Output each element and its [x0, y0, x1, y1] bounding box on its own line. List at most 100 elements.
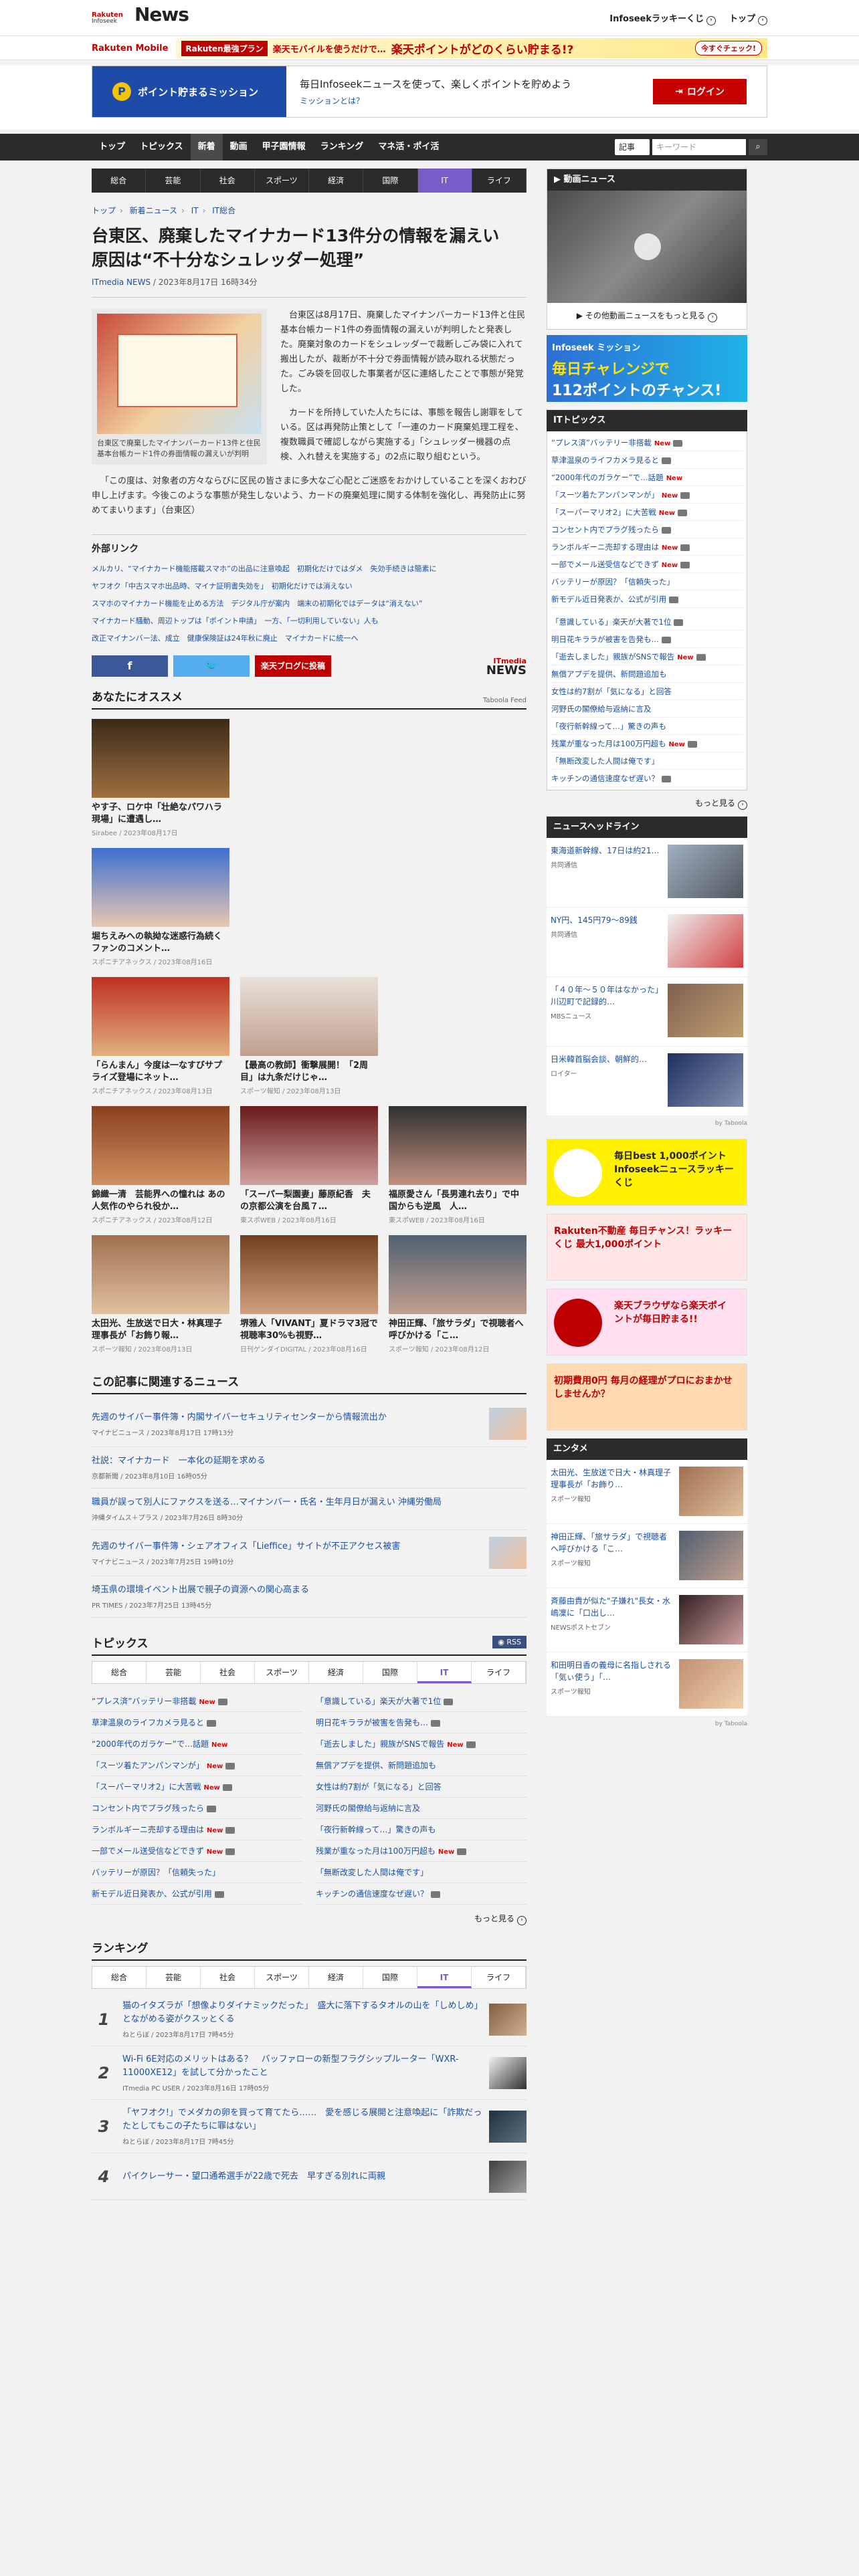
related-item[interactable]: 先週のサイバー事件簿・シェアオフィス「Lieffice」サイトが不正アクセス被害…: [92, 1530, 527, 1576]
video-thumbnail[interactable]: [547, 191, 747, 303]
mission-about-link[interactable]: ミッションとは？: [300, 95, 571, 106]
ranking-item[interactable]: 1 猫のイタズラが「想像よりダイナミックだった」 盛大に落下するタオルの山を「し…: [92, 1993, 527, 2046]
breadcrumb-item[interactable]: トップ: [92, 206, 116, 215]
tab-economy[interactable]: 経済: [309, 1967, 363, 1988]
it-topic-item[interactable]: 「逝去しました」親族がSNSで報告 New: [551, 648, 743, 665]
headline-item[interactable]: NY円、145円79～89銭 共同通信: [547, 907, 747, 977]
headline-item[interactable]: 「４０年～５０年はなかった」川辺町で記録的… MBSニュース: [547, 977, 747, 1047]
nav-topics[interactable]: トピックス: [132, 134, 191, 160]
recommend-card[interactable]: 「らんまん」今度は一なすびサプライズ登場にネット… スポニチアネックス / 20…: [92, 977, 229, 1095]
it-topic-item[interactable]: 残業が重なった月は100万円超も New: [551, 735, 743, 752]
nav-top[interactable]: トップ: [92, 134, 132, 160]
recommend-card[interactable]: 堺雅人「VIVANT」夏ドラマ3冠で視聴率30%も視野… 日刊ゲンダイDIGIT…: [240, 1235, 378, 1354]
category-life[interactable]: ライフ: [472, 169, 527, 193]
ad-banner[interactable]: 楽天ブラウザなら楽天ポイントが毎日貯まる!!: [547, 1289, 747, 1356]
it-topic-item[interactable]: 明日花キララが被害を告発も…: [551, 631, 743, 648]
tab-sports[interactable]: スポーツ: [255, 1662, 309, 1683]
tab-international[interactable]: 国際: [363, 1662, 417, 1683]
recommend-card[interactable]: 太田光、生放送で日大・林真理子理事長が「お飾り報… スポーツ報知 / 2023年…: [92, 1235, 229, 1354]
tab-life[interactable]: ライフ: [472, 1967, 526, 1988]
topic-item[interactable]: 女性は約7割が「気になる」と回答: [316, 1776, 527, 1798]
breadcrumb-item[interactable]: IT: [191, 206, 199, 215]
nav-koshien[interactable]: 甲子園情報: [255, 134, 313, 160]
it-topic-item[interactable]: 無償アプデを提供、新問題追加も: [551, 665, 743, 683]
topic-item[interactable]: 「スーパーマリオ2」に大苦戦 New: [92, 1776, 302, 1798]
topic-item[interactable]: バッテリーが原因？「信頼失った」: [92, 1862, 302, 1883]
headline-item[interactable]: 東海道新幹線、17日は約21… 共同通信: [547, 838, 747, 907]
topic-item[interactable]: ランボルギーニ売却する理由は New: [92, 1819, 302, 1840]
video-more-link[interactable]: ▶ その他動画ニュースをもっと見る ›: [547, 303, 747, 329]
taboola-label[interactable]: by Taboola: [547, 1116, 747, 1131]
it-topic-item[interactable]: 「無断改変した人間は俺です」: [551, 752, 743, 770]
related-item[interactable]: 先週のサイバー事件簿・内閣サイバーセキュリティセンターから情報流出か マイナビニュ…: [92, 1401, 527, 1447]
topic-item[interactable]: 明日花キララが被害を告発も…: [316, 1712, 527, 1733]
ranking-item[interactable]: 2 Wi-Fi 6E対応のメリットはある？ バッファローの新型フラグシップルータ…: [92, 2046, 527, 2100]
external-link[interactable]: マイナカード騒動、周辺トップは「ポイント申請」 一方、「一切利用していない」人も: [92, 613, 527, 630]
it-topic-item[interactable]: 「スーツ着たアンパンマンが」 New: [551, 486, 743, 504]
it-topics-more-link[interactable]: もっと見る ›: [547, 790, 747, 817]
topic-item[interactable]: 残業が重なった月は100万円超も New: [316, 1840, 527, 1862]
breadcrumb-item[interactable]: IT総合: [212, 206, 235, 215]
search-button[interactable]: ⌕: [749, 139, 767, 155]
twitter-share-button[interactable]: 🐦: [173, 655, 250, 677]
recommend-card[interactable]: 「スーパー梨園妻」藤原紀香 夫の京都公演を台風７… 東スポWEB / 2023年…: [240, 1106, 378, 1224]
tab-entertainment[interactable]: 芸能: [147, 1967, 201, 1988]
it-topic-item[interactable]: コンセント内でプラグ残ったら: [551, 521, 743, 538]
topic-item[interactable]: “プレス済”バッテリー非搭載 New: [92, 1691, 302, 1712]
topic-item[interactable]: 一部でメール送受信などできず New: [92, 1840, 302, 1862]
ranking-item[interactable]: 4 パイクレーサー・望口通希選手が22歳で死去 早すぎる別れに両親: [92, 2153, 527, 2200]
entertainment-item[interactable]: 太田光、生放送で日大・林真理子理事長が「お飾り… スポーツ報知: [547, 1460, 747, 1524]
tab-economy[interactable]: 経済: [309, 1662, 363, 1683]
taboola-feed-label[interactable]: Taboola Feed: [483, 697, 527, 704]
topic-item[interactable]: 「意識している」楽天が大著で1位: [316, 1691, 527, 1712]
breadcrumb-item[interactable]: 新着ニュース: [130, 206, 177, 215]
it-topic-item[interactable]: 新モデル近日発表か、公式が引用: [551, 591, 743, 608]
topic-item[interactable]: 河野氏の閣僚給与返納に言及: [316, 1798, 527, 1819]
rakuten-blog-button[interactable]: 楽天ブログに投稿: [255, 655, 331, 677]
nav-money[interactable]: マネ活・ポイ活: [371, 134, 446, 160]
topic-item[interactable]: コンセント内でプラグ残ったら: [92, 1798, 302, 1819]
it-topic-item[interactable]: “2000年代のガラケー”で…話題 New: [551, 469, 743, 486]
topic-item[interactable]: 「夜行新幹線って…」驚きの声も: [316, 1819, 527, 1840]
entertainment-item[interactable]: 神田正輝、「旅サラダ」で視聴者へ呼びかける「こ… スポーツ報知: [547, 1524, 747, 1588]
category-economy[interactable]: 経済: [309, 169, 364, 193]
recommend-card[interactable]: やす子、ロケ中「壮絶なパワハラ現場」に遭遇し… Sirabee / 2023年0…: [92, 719, 229, 837]
topic-item[interactable]: 無償アプデを提供、新問題追加も: [316, 1755, 527, 1776]
ad-banner[interactable]: Rakuten不動産 毎日チャンス！ラッキーくじ 最大1,000ポイント: [547, 1214, 747, 1281]
tab-it[interactable]: IT: [417, 1662, 472, 1683]
top-link[interactable]: トップ ›: [729, 11, 767, 25]
external-link[interactable]: 改正マイナンバー法、成立 健康保険証は24年秋に廃止 マイナカードに統一へ: [92, 630, 527, 647]
it-topic-item[interactable]: 「スーパーマリオ2」に大苦戦 New: [551, 504, 743, 521]
taboola-label[interactable]: by Taboola: [547, 1717, 747, 1731]
rss-button[interactable]: ◉ RSS: [492, 1636, 527, 1648]
recommend-card[interactable]: 福原愛さん「長男連れ去り」で中国からも逆風 人… 東スポWEB / 2023年0…: [389, 1106, 527, 1224]
tab-sports[interactable]: スポーツ: [255, 1967, 309, 1988]
nav-video[interactable]: 動画: [223, 134, 255, 160]
topic-item[interactable]: “2000年代のガラケー”で…話題 New: [92, 1733, 302, 1755]
headline-item[interactable]: 日米韓首脳会談、朝鮮的… ロイター: [547, 1047, 747, 1116]
topic-item[interactable]: 「逝去しました」親族がSNSで報告 New: [316, 1733, 527, 1755]
category-sports[interactable]: スポーツ: [255, 169, 309, 193]
nav-ranking[interactable]: ランキング: [313, 134, 371, 160]
search-input[interactable]: キーワード: [652, 139, 746, 155]
ad-banner[interactable]: 初期費用0円 毎月の経理がプロにおまかせしませんか？: [547, 1364, 747, 1430]
topic-item[interactable]: キッチンの通信速度なぜ遅い？: [316, 1883, 527, 1905]
recommend-card[interactable]: 【最高の教師】衝撃展開！「2周目」は九条だけじゃ… スポーツ報知 / 2023年…: [240, 977, 378, 1095]
tab-general[interactable]: 総合: [92, 1967, 147, 1988]
tab-life[interactable]: ライフ: [472, 1662, 526, 1683]
external-link[interactable]: スマホのマイナカード機能を止める方法 デジタル庁が案内 端末の初期化ではデータは…: [92, 595, 527, 613]
external-link[interactable]: ヤフオク「中古スマホ出品時、マイナ証明書失効を」 初期化だけでは消えない: [92, 578, 527, 595]
recommend-card[interactable]: 堀ちえみへの執拗な迷惑行為続く ファンのコメント… スポニチアネックス / 20…: [92, 848, 229, 966]
tab-society[interactable]: 社会: [201, 1662, 255, 1683]
entertainment-item[interactable]: 和田明日香の義母に名指しされる「気ぃ使う」「… スポーツ報知: [547, 1652, 747, 1717]
related-item[interactable]: 職員が誤って別人にファクスを送る…マイナンバー・氏名・生年月日が漏えい 沖縄労働…: [92, 1489, 527, 1530]
lucky-kuji-link[interactable]: Infoseekラッキーくじ ›: [609, 11, 716, 25]
it-topic-item[interactable]: 「意識している」楽天が大著で1位: [551, 613, 743, 631]
it-topic-item[interactable]: 河野氏の閣僚給与返納に言及: [551, 700, 743, 718]
it-topic-item[interactable]: ランボルギーニ売却する理由は New: [551, 538, 743, 556]
tab-society[interactable]: 社会: [201, 1967, 255, 1988]
recommend-card[interactable]: 神田正輝、「旅サラダ」で視聴者へ呼びかける「こ… スポーツ報知 / 2023年0…: [389, 1235, 527, 1354]
it-topic-item[interactable]: キッチンの通信速度なぜ遅い？: [551, 770, 743, 787]
it-topic-item[interactable]: 草津温泉のライフカメラ見ると: [551, 451, 743, 469]
facebook-share-button[interactable]: f: [92, 655, 168, 677]
